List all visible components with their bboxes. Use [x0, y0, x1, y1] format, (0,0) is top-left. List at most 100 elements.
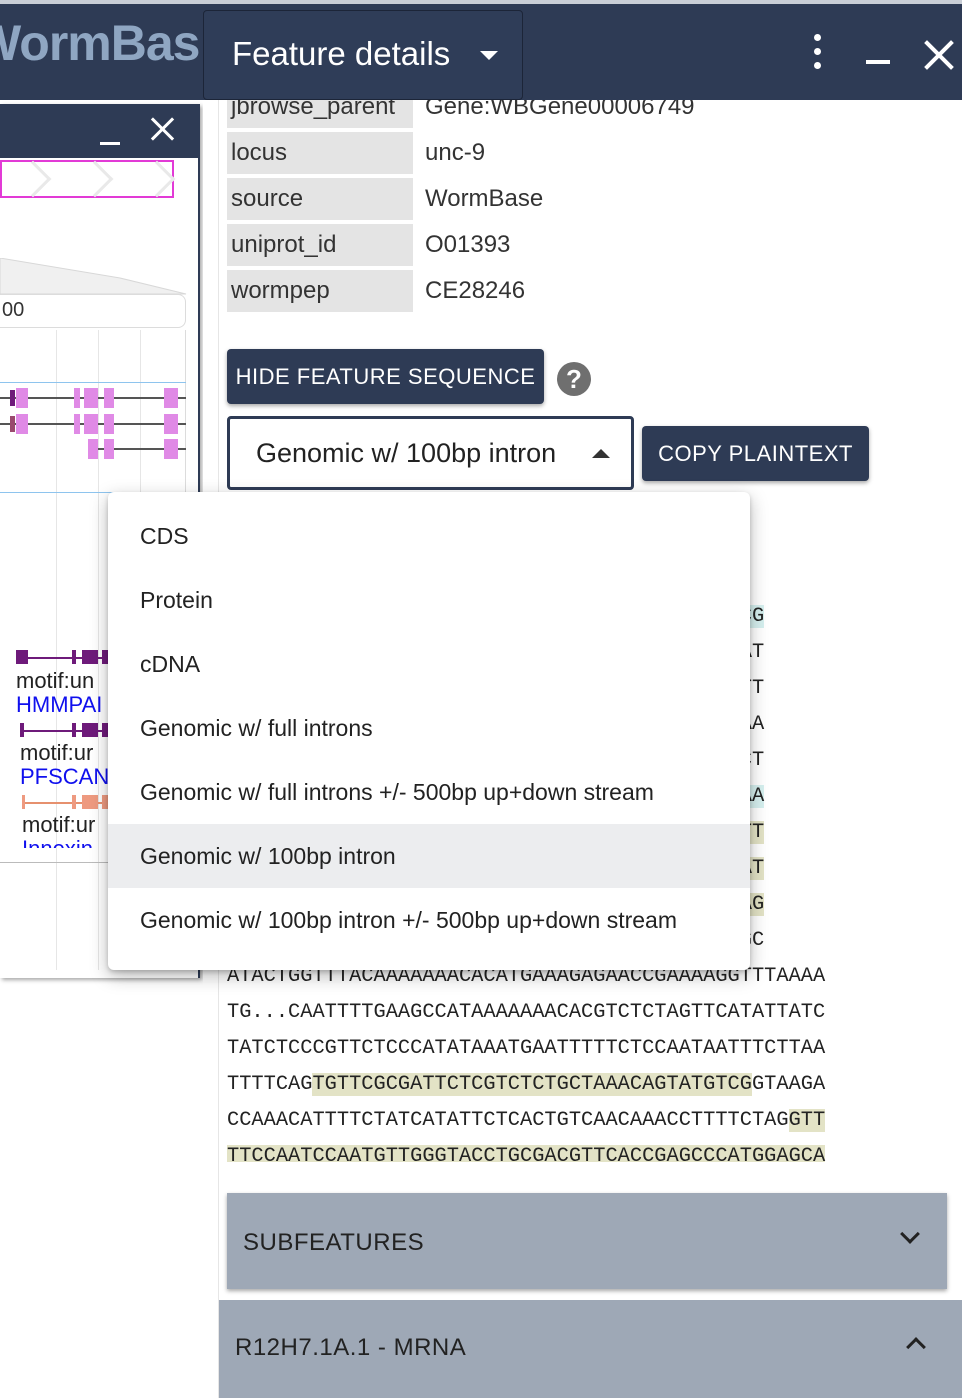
menu-option[interactable]: cDNA [108, 632, 750, 696]
exon-block[interactable] [104, 439, 114, 459]
attribute-key-text: locus [231, 139, 288, 166]
sequence-line: TG...CAATTTTGAAGCCATAAAAAAACACGTCTCTAGTT… [227, 998, 825, 1028]
exon-segment: TGTTCGCGATTCTCGTCTCTGCTAAACAGTATGTCG [312, 1073, 752, 1096]
attribute-row: source WormBase [227, 178, 767, 222]
chevron-right-icon [138, 160, 176, 198]
view-header [0, 104, 198, 158]
minimize-view-icon[interactable] [100, 142, 120, 145]
menu-option[interactable]: Genomic w/ 100bp intron +/- 500bp up+dow… [108, 888, 750, 952]
close-view-icon[interactable] [150, 116, 176, 142]
sequence-line: TATCTCCCGTTCTCCCATATAAATGAATTTTTCTCCAATA… [227, 1034, 825, 1064]
brand-logo: WormBase [0, 15, 200, 71]
attribute-value: WormBase [425, 185, 544, 212]
motif-source-label: Innexin [22, 836, 93, 848]
menu-option[interactable]: Genomic w/ full introns [108, 696, 750, 760]
motif-block[interactable] [72, 650, 76, 664]
exon-block[interactable] [84, 388, 98, 408]
exon-block[interactable] [74, 414, 80, 434]
exon-segment: TTCCAATCCAATGTTGGGTACCTGCGACGTTCACCGAGCC… [227, 1145, 826, 1162]
exon-block[interactable] [164, 414, 178, 434]
menu-option[interactable]: Genomic w/ full introns +/- 500bp up+dow… [108, 760, 750, 824]
motif-block[interactable] [82, 650, 98, 664]
motif-block[interactable] [22, 795, 25, 809]
sequence-segment: CCAAACATTTTCTATCATATTCTCACTGTCAACAAACCTT… [227, 1109, 789, 1132]
attribute-key-text: uniprot_id [231, 231, 337, 258]
menu-option[interactable]: Genomic w/ 100bp intron [108, 824, 750, 888]
exon-segment: GTT [788, 1109, 826, 1132]
subfeatures-label: SUBFEATURES [243, 1229, 425, 1256]
sequence-line: TTCCAATCCAATGTTGGGTACCTGCGACGTTCACCGAGCC… [227, 1142, 826, 1162]
exon-block[interactable] [104, 414, 114, 434]
motif-source-label: PFSCAN [20, 764, 110, 789]
mrna-accordion[interactable]: R12H7.1A.1 - MRNA [219, 1300, 962, 1398]
attribute-row: wormpep CE28246 [227, 270, 767, 314]
attribute-key: uniprot_id [227, 224, 413, 268]
help-icon[interactable]: ? [557, 362, 591, 396]
attribute-value: O01393 [425, 231, 511, 258]
menu-option[interactable]: Protein [108, 568, 750, 632]
overview-region[interactable] [0, 160, 176, 198]
motif-block[interactable] [72, 723, 76, 737]
track-divider [0, 382, 186, 383]
panel-title: Feature details [232, 35, 451, 72]
hide-sequence-button[interactable]: HIDE FEATURE SEQUENCE [227, 349, 544, 404]
subfeatures-accordion[interactable]: SUBFEATURES [227, 1193, 947, 1289]
sequence-segment: TTTTCAG [227, 1073, 313, 1096]
utr-block [10, 390, 15, 406]
motif-source-label: HMMPAI [16, 692, 103, 717]
attribute-value: CE28246 [425, 277, 526, 304]
attribute-key: source [227, 178, 413, 222]
more-options-icon[interactable] [802, 34, 832, 74]
copy-plaintext-button[interactable]: COPY PLAINTEXT [642, 426, 869, 481]
motif-block[interactable] [72, 795, 76, 809]
exon-block[interactable] [74, 388, 80, 408]
motif-block[interactable] [16, 650, 28, 664]
app-bar: WormBase Feature details [0, 0, 962, 100]
attribute-key-text: jbrowse_parent [231, 100, 396, 120]
exon-block[interactable] [104, 388, 114, 408]
chevron-right-icon [76, 160, 114, 198]
minimize-icon[interactable] [866, 60, 890, 64]
attribute-key: wormpep [227, 270, 413, 314]
expand-less-icon [906, 1337, 926, 1357]
motif-label: motif:ur [20, 740, 94, 765]
sequence-type-select[interactable]: Genomic w/ 100bp intron [227, 416, 634, 490]
attribute-row: uniprot_id O01393 [227, 224, 767, 268]
exon-block[interactable] [16, 388, 28, 408]
motif-label: motif:ur [22, 812, 96, 837]
motif-block[interactable] [82, 723, 98, 737]
panel-title-menu[interactable]: Feature details [203, 10, 523, 100]
exon-block[interactable] [88, 439, 98, 459]
caret-up-icon [592, 449, 610, 458]
motif-block[interactable] [20, 723, 24, 737]
attribute-value: unc-9 [425, 139, 486, 166]
close-icon[interactable] [922, 38, 956, 72]
ruler[interactable]: 00 [0, 294, 186, 328]
motif-block[interactable] [82, 795, 98, 809]
attribute-key-text: wormpep [231, 277, 330, 304]
attribute-row: locus unc-9 [227, 132, 767, 176]
utr-block [10, 416, 15, 432]
sequence-segment: TATCTCCCGTTCTCCCATATAAATGAATTTTTCTCCAATA… [227, 1037, 826, 1060]
sequence-line: CCAAACATTTTCTATCATATTCTCACTGTCAACAAACCTT… [227, 1106, 826, 1136]
menu-option[interactable]: CDS [108, 504, 750, 568]
caret-down-icon [480, 51, 498, 60]
sequence-segment: TG...CAATTTTGAAGCCATAAAAAAACACGTCTCTAGTT… [227, 1001, 826, 1024]
grid-line [56, 330, 57, 970]
attribute-value: Gene:WBGene00006749 [425, 100, 695, 120]
attribute-row: jbrowse_parent Gene:WBGene00006749 [227, 100, 767, 130]
zoom-indicator [0, 258, 187, 295]
expand-more-icon [900, 1224, 920, 1244]
attribute-key-text: source [231, 185, 304, 212]
exon-block[interactable] [164, 439, 178, 459]
ruler-label: 00 [2, 299, 25, 321]
attribute-key: locus [227, 132, 413, 176]
sequence-line: TTTTCAGTGTTCGCGATTCTCGTCTCTGCTAAACAGTATG… [227, 1070, 825, 1100]
exon-block[interactable] [164, 388, 178, 408]
exon-block[interactable] [84, 414, 98, 434]
motif-label: motif:un [16, 668, 95, 693]
chevron-right-icon [14, 160, 52, 198]
exon-block[interactable] [16, 414, 28, 434]
sequence-segment: GTAAGA [751, 1073, 826, 1096]
mrna-label: R12H7.1A.1 - MRNA [235, 1334, 467, 1361]
